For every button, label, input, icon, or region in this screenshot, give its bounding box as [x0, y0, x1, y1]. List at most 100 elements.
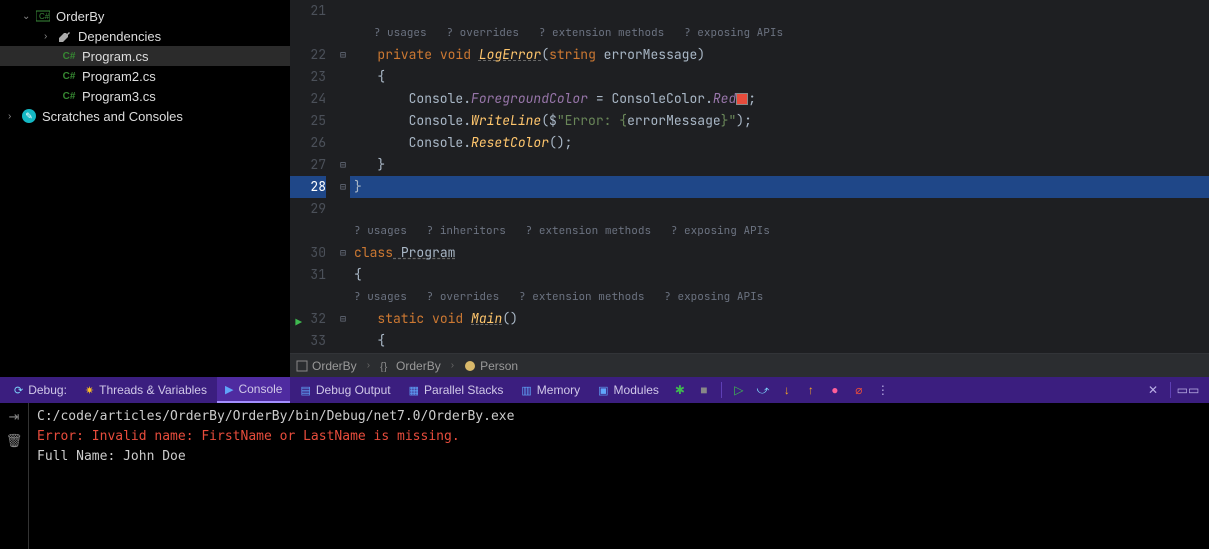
stacks-icon: ▦ — [409, 384, 419, 397]
code-line[interactable]: { — [350, 66, 1209, 88]
console-area: ⇥ 🗑 C:/code/articles/OrderBy/OrderBy/bin… — [0, 403, 1209, 549]
breadcrumb-label: Person — [480, 359, 518, 373]
breadcrumb-label: OrderBy — [312, 359, 357, 373]
code-line[interactable]: private void LogError(string errorMessag… — [350, 44, 1209, 66]
step-into-button[interactable]: ↓ — [776, 379, 798, 401]
console-gutter: ⇥ 🗑 — [0, 403, 28, 549]
color-swatch-red — [736, 93, 748, 105]
tab-console[interactable]: ▶ Console — [217, 377, 291, 403]
mute-breakpoints-button[interactable]: ⌀ — [848, 379, 870, 401]
breadcrumb-item[interactable]: OrderBy — [296, 359, 357, 373]
code-line[interactable]: static void Main() — [350, 308, 1209, 330]
close-button[interactable]: ✕ — [1142, 379, 1164, 401]
tab-modules[interactable]: ▣ Modules — [590, 377, 667, 403]
chevron-right-icon: › — [8, 111, 22, 122]
tab-label: Threads & Variables — [99, 383, 207, 397]
tree-scratches[interactable]: › ✎ Scratches and Consoles — [0, 106, 290, 126]
csharp-project-icon: C# — [36, 9, 50, 23]
threads-icon: ✷ — [85, 384, 94, 397]
line-number[interactable]: 27 — [290, 154, 326, 176]
console-content[interactable]: C:/code/articles/OrderBy/OrderBy/bin/Deb… — [28, 403, 1209, 549]
line-number[interactable]: 22 — [290, 44, 326, 66]
line-number-active[interactable]: 28 — [290, 176, 326, 198]
editor-area: 21 22 23 24 25 26 27 28 29 30 31 ▶32 33 — [290, 0, 1209, 377]
more-button[interactable]: ⋮ — [872, 379, 894, 401]
breadcrumb-label: OrderBy — [396, 359, 441, 373]
gutter: 21 22 23 24 25 26 27 28 29 30 31 ▶32 33 — [290, 0, 336, 353]
code-hints[interactable]: ? usages ? overrides ? extension methods… — [350, 22, 1209, 44]
csharp-file-icon: C# — [62, 69, 76, 83]
fold-column: ⊟ ⊟ ⊟ ⊟ ⊟ — [336, 0, 350, 353]
chevron-right-icon: › — [367, 360, 370, 371]
code-line[interactable]: { — [350, 264, 1209, 286]
tab-threads[interactable]: ✷ Threads & Variables — [77, 377, 215, 403]
breadcrumb-item[interactable]: Person — [464, 359, 518, 373]
tree-file-program3[interactable]: C# Program3.cs — [0, 86, 290, 106]
fold-icon[interactable]: ⊟ — [336, 154, 350, 176]
line-number[interactable]: 33 — [290, 330, 326, 352]
stop-button[interactable]: ■ — [693, 379, 715, 401]
tree-file-program[interactable]: C# Program.cs — [0, 46, 290, 66]
code-line[interactable]: Console.ResetColor(); — [350, 132, 1209, 154]
chevron-down-icon: ⌄ — [22, 11, 36, 22]
code-line[interactable]: } — [350, 154, 1209, 176]
scratches-icon: ✎ — [22, 109, 36, 123]
line-number[interactable]: 24 — [290, 88, 326, 110]
line-number[interactable]: 29 — [290, 198, 326, 220]
bug-icon[interactable]: ✱ — [669, 379, 691, 401]
fold-icon[interactable]: ⊟ — [336, 242, 350, 264]
file-label: Program3.cs — [82, 89, 156, 104]
line-number[interactable]: 21 — [290, 0, 326, 22]
console-line: C:/code/articles/OrderBy/OrderBy/bin/Deb… — [37, 407, 1201, 427]
fold-icon[interactable]: ⊟ — [336, 308, 350, 330]
separator — [721, 382, 722, 398]
tab-label: Memory — [537, 383, 580, 397]
code-container[interactable]: 21 22 23 24 25 26 27 28 29 30 31 ▶32 33 — [290, 0, 1209, 353]
debug-label-text: Debug: — [28, 383, 67, 397]
csharp-file-icon: C# — [62, 89, 76, 103]
line-number[interactable]: 31 — [290, 264, 326, 286]
file-label: Program.cs — [82, 49, 148, 64]
svg-text:C#: C# — [39, 12, 50, 21]
step-out-button[interactable]: ↑ — [800, 379, 822, 401]
line-number[interactable]: ▶32 — [290, 308, 326, 330]
trash-button[interactable]: 🗑 — [6, 433, 23, 449]
console-line: Full Name: John Doe — [37, 447, 1201, 467]
tree-file-program2[interactable]: C# Program2.cs — [0, 66, 290, 86]
code-line[interactable]: Console.ForegroundColor = ConsoleColor.R… — [350, 88, 1209, 110]
breadcrumb-item[interactable]: {} OrderBy — [380, 359, 441, 373]
soft-wrap-button[interactable]: ⇥ — [9, 409, 20, 425]
class-icon — [464, 360, 476, 372]
debug-label[interactable]: ⟳ Debug: — [6, 377, 75, 403]
tree-project-root[interactable]: ⌄ C# OrderBy — [0, 6, 290, 26]
code-line[interactable]: Console.WriteLine($"Error: {errorMessage… — [350, 110, 1209, 132]
memory-icon: ▥ — [521, 384, 531, 397]
tab-label: Modules — [614, 383, 659, 397]
fold-icon[interactable]: ⊟ — [336, 176, 350, 198]
breakpoint-button[interactable]: ● — [824, 379, 846, 401]
tab-parallel-stacks[interactable]: ▦ Parallel Stacks — [401, 377, 512, 403]
csharp-file-icon: C# — [62, 49, 76, 63]
code-lines[interactable]: ? usages ? overrides ? extension methods… — [350, 0, 1209, 353]
fold-icon[interactable]: ⊟ — [336, 44, 350, 66]
code-line[interactable]: { — [350, 330, 1209, 352]
main-area: ⌄ C# OrderBy › Dependencies C# Program.c… — [0, 0, 1209, 377]
chevron-right-icon: › — [451, 360, 454, 371]
resume-button[interactable]: ▷ — [728, 379, 750, 401]
bottom-section: ⟳ Debug: ✷ Threads & Variables ▶ Console… — [0, 377, 1209, 549]
code-line-highlighted[interactable]: } — [350, 176, 1209, 198]
tab-debug-output[interactable]: ▤ Debug Output — [292, 377, 398, 403]
line-number[interactable]: 25 — [290, 110, 326, 132]
debug-toolbar: ⟳ Debug: ✷ Threads & Variables ▶ Console… — [0, 377, 1209, 403]
step-over-button[interactable]: ⤻ — [752, 379, 774, 401]
tree-dependencies[interactable]: › Dependencies — [0, 26, 290, 46]
code-hints[interactable]: ? usages ? overrides ? extension methods… — [350, 286, 1209, 308]
line-number[interactable]: 26 — [290, 132, 326, 154]
line-number[interactable]: 30 — [290, 242, 326, 264]
code-line[interactable]: class Program — [350, 242, 1209, 264]
layout-button[interactable]: ▭▭ — [1177, 379, 1199, 401]
tab-memory[interactable]: ▥ Memory — [513, 377, 588, 403]
separator — [1170, 382, 1171, 398]
code-hints[interactable]: ? usages ? inheritors ? extension method… — [350, 220, 1209, 242]
line-number[interactable]: 23 — [290, 66, 326, 88]
